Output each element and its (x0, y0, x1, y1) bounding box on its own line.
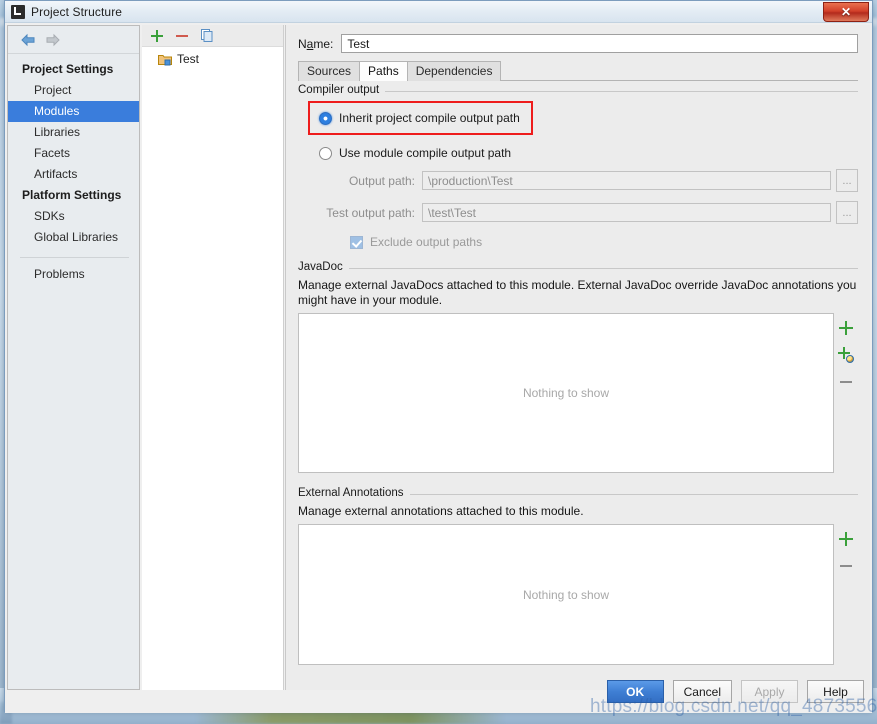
arrow-left-icon[interactable] (20, 33, 36, 47)
test-output-path-browse-button[interactable]: ... (836, 201, 858, 224)
external-annotations-list-wrap: Nothing to show (298, 524, 858, 665)
globe-icon (846, 355, 854, 363)
module-tabs: Sources Paths Dependencies (298, 62, 864, 81)
arrow-right-icon[interactable] (45, 33, 61, 47)
sidebar-navigation-bar (8, 26, 139, 54)
radio-inherit-indicator (319, 112, 332, 125)
dialog-body: Project Settings Project Modules Librari… (5, 23, 872, 713)
inherit-output-highlight-box: Inherit project compile output path (308, 101, 533, 135)
radio-use-module-compile-output-path[interactable]: Use module compile output path (319, 146, 858, 160)
tab-paths[interactable]: Paths (359, 61, 408, 81)
sidebar-group-project-settings: Project Settings (8, 59, 139, 80)
add-javadoc-icon[interactable] (838, 320, 854, 336)
sidebar-item-project[interactable]: Project (8, 80, 139, 101)
settings-sidebar: Project Settings Project Modules Librari… (7, 25, 140, 690)
ok-button[interactable]: OK (607, 680, 664, 703)
javadoc-buttons (834, 313, 858, 473)
external-annotations-empty-text: Nothing to show (299, 588, 833, 602)
radio-use-module-label: Use module compile output path (339, 146, 511, 160)
sidebar-group-platform-settings: Platform Settings (8, 185, 139, 206)
external-annotations-list[interactable]: Nothing to show (298, 524, 834, 665)
javadoc-section: JavaDoc Manage external JavaDocs attache… (298, 268, 858, 473)
module-name-label: Name: (298, 37, 333, 51)
tree-item-label: Test (177, 52, 199, 66)
output-path-browse-button[interactable]: ... (836, 169, 858, 192)
sidebar-item-sdks[interactable]: SDKs (8, 206, 139, 227)
javadoc-title: JavaDoc (298, 261, 349, 273)
javadoc-divider (298, 268, 858, 269)
sidebar-list: Project Settings Project Modules Librari… (8, 54, 139, 285)
radio-inherit-project-compile-output-path[interactable]: Inherit project compile output path (319, 111, 520, 125)
javadoc-list-wrap: Nothing to show (298, 313, 858, 473)
radio-use-module-indicator (319, 147, 332, 160)
module-tree-toolbar (142, 25, 283, 47)
module-tree-list: Test (142, 47, 283, 68)
compiler-output-section: Compiler output Inherit project compile … (298, 91, 858, 249)
project-structure-dialog: Project Structure ✕ Project Settings (4, 0, 873, 712)
remove-javadoc-icon[interactable] (838, 374, 854, 390)
module-folder-icon (158, 53, 172, 66)
copy-module-icon[interactable] (200, 29, 214, 43)
compiler-output-title: Compiler output (298, 84, 385, 96)
javadoc-description: Manage external JavaDocs attached to thi… (298, 278, 858, 308)
external-annotations-description: Manage external annotations attached to … (298, 504, 858, 519)
output-path-label: Output path: (319, 174, 415, 188)
module-settings-panel: Name: Sources Paths Dependencies Compile… (285, 25, 870, 690)
module-name-row: Name: (292, 25, 864, 53)
tree-item-test[interactable]: Test (142, 50, 283, 68)
sidebar-divider (20, 257, 129, 258)
exclude-output-paths-label: Exclude output paths (370, 235, 482, 249)
sidebar-item-modules[interactable]: Modules (8, 101, 139, 122)
module-tree-panel: Test (142, 25, 284, 690)
sidebar-item-artifacts[interactable]: Artifacts (8, 164, 139, 185)
specify-javadoc-url-icon[interactable] (838, 347, 854, 363)
test-output-path-row: Test output path: ... (298, 201, 858, 224)
sidebar-item-facets[interactable]: Facets (8, 143, 139, 164)
radio-inherit-label: Inherit project compile output path (339, 111, 520, 125)
sidebar-item-problems[interactable]: Problems (8, 264, 139, 285)
close-icon[interactable]: ✕ (823, 2, 869, 22)
help-button[interactable]: Help (807, 680, 864, 703)
test-output-path-input[interactable] (422, 203, 831, 222)
javadoc-empty-text: Nothing to show (299, 386, 833, 400)
test-output-path-label: Test output path: (319, 206, 415, 220)
intellij-idea-icon (11, 5, 25, 19)
remove-module-icon[interactable] (175, 29, 189, 43)
external-annotations-title: External Annotations (298, 487, 410, 499)
apply-button: Apply (741, 680, 798, 703)
output-path-row: Output path: ... (298, 169, 858, 192)
remove-annotation-icon[interactable] (838, 558, 854, 574)
output-path-input[interactable] (422, 171, 831, 190)
javadoc-list[interactable]: Nothing to show (298, 313, 834, 473)
cancel-button[interactable]: Cancel (673, 680, 732, 703)
tab-dependencies[interactable]: Dependencies (407, 61, 502, 81)
add-module-icon[interactable] (150, 29, 164, 43)
sidebar-item-libraries[interactable]: Libraries (8, 122, 139, 143)
sidebar-item-global-libraries[interactable]: Global Libraries (8, 227, 139, 248)
exclude-output-paths-checkbox[interactable] (350, 236, 363, 249)
tab-sources[interactable]: Sources (298, 61, 360, 81)
dialog-title: Project Structure (31, 5, 122, 19)
dialog-button-bar: OK Cancel Apply Help (607, 680, 864, 703)
external-annotations-section: External Annotations Manage external ann… (298, 494, 858, 665)
dialog-title-bar: Project Structure ✕ (5, 1, 872, 23)
add-annotation-icon[interactable] (838, 531, 854, 547)
exclude-output-paths-row[interactable]: Exclude output paths (350, 235, 858, 249)
module-name-input[interactable] (341, 34, 858, 53)
external-annotations-buttons (834, 524, 858, 665)
